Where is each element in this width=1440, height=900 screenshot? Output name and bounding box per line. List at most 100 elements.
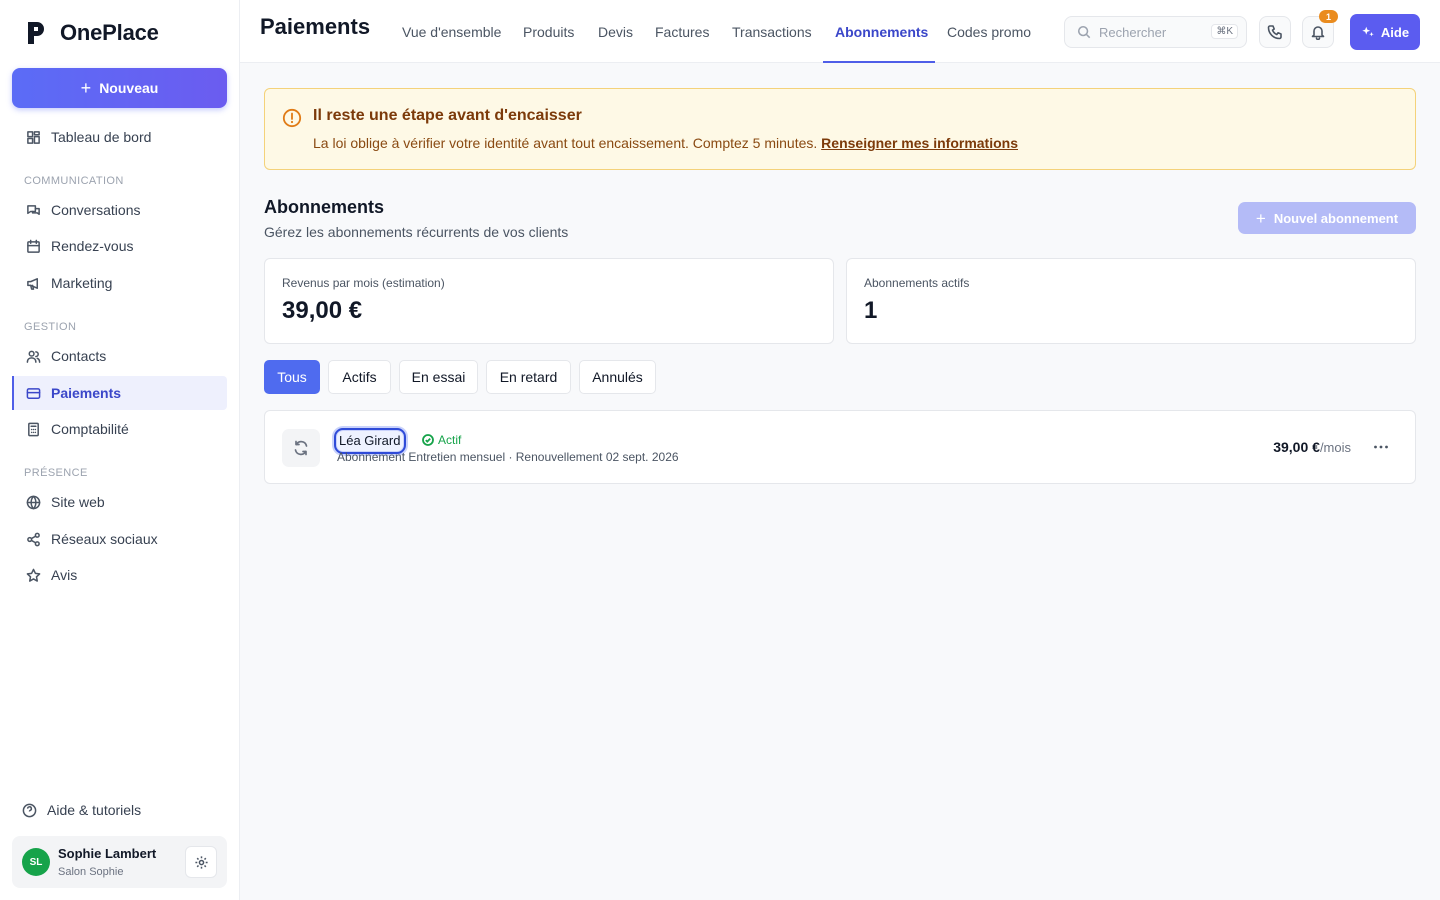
page-title: Paiements bbox=[260, 14, 371, 39]
sidebar-item-dashboard[interactable]: Tableau de bord bbox=[12, 120, 227, 154]
sidebar-item-payments[interactable]: Paiements bbox=[12, 376, 227, 410]
avatar: SL bbox=[22, 848, 50, 876]
sidebar-item-conversations[interactable]: Conversations bbox=[12, 193, 227, 227]
dashboard-icon bbox=[27, 130, 40, 144]
chat-icon bbox=[27, 204, 40, 215]
new-button-label: Nouveau bbox=[99, 80, 159, 96]
stat-card-active-subscriptions: Abonnements actifs 1 bbox=[846, 258, 1416, 344]
phone-icon bbox=[1267, 25, 1282, 40]
stat-label: Revenus par mois (estimation) bbox=[282, 276, 445, 290]
filter-cancelled[interactable]: Annulés bbox=[579, 360, 656, 394]
verification-alert: Il reste une étape avant d'encaisser La … bbox=[264, 88, 1416, 170]
stat-label: Abonnements actifs bbox=[864, 276, 970, 290]
filter-overdue[interactable]: En retard bbox=[486, 360, 571, 394]
plus-icon: + bbox=[1255, 208, 1266, 228]
search-input[interactable] bbox=[1099, 24, 1209, 40]
stat-card-monthly-revenue: Revenus par mois (estimation) 39,00 € bbox=[264, 258, 834, 344]
alert-title: Il reste une étape avant d'encaisser bbox=[313, 107, 582, 124]
status-badge: Actif bbox=[422, 433, 461, 447]
user-card[interactable]: SL Sophie Lambert Salon Sophie bbox=[12, 836, 227, 888]
calendar-icon bbox=[27, 239, 40, 253]
sidebar: OnePlace + Nouveau Tableau de bord COMMU… bbox=[0, 0, 240, 900]
price-period: /mois bbox=[1319, 440, 1351, 455]
filter-trial[interactable]: En essai bbox=[399, 360, 478, 394]
help-tutorials-link[interactable]: Aide & tutoriels bbox=[22, 802, 141, 818]
user-org: Salon Sophie bbox=[58, 866, 124, 878]
sidebar-item-label: Marketing bbox=[51, 275, 113, 291]
refresh-icon bbox=[294, 440, 308, 456]
sidebar-item-social[interactable]: Réseaux sociaux bbox=[12, 522, 227, 556]
active-tab-indicator bbox=[823, 61, 935, 63]
settings-button[interactable] bbox=[185, 846, 217, 878]
search-box[interactable]: ⌘K bbox=[1064, 16, 1247, 48]
subscription-row[interactable]: Léa Girard Actif Abonnement Entretien me… bbox=[264, 410, 1416, 484]
new-subscription-button[interactable]: + Nouvel abonnement bbox=[1238, 202, 1416, 234]
phone-button[interactable] bbox=[1259, 16, 1291, 48]
tab-subscriptions[interactable]: Abonnements bbox=[835, 0, 928, 63]
filter-all[interactable]: Tous bbox=[264, 360, 320, 394]
tab-promo-codes[interactable]: Codes promo bbox=[947, 0, 1031, 63]
star-icon bbox=[26, 568, 41, 582]
alert-circle-icon bbox=[282, 108, 302, 128]
sidebar-item-label: Contacts bbox=[51, 348, 107, 364]
calculator-icon bbox=[28, 422, 39, 436]
stat-value: 1 bbox=[864, 297, 878, 324]
help-button[interactable]: Aide bbox=[1350, 14, 1420, 50]
status-label: Actif bbox=[438, 433, 462, 447]
new-button[interactable]: + Nouveau bbox=[12, 68, 227, 108]
tab-products[interactable]: Produits bbox=[523, 0, 574, 63]
sidebar-item-contacts[interactable]: Contacts bbox=[12, 339, 227, 373]
sidebar-item-label: Paiements bbox=[51, 385, 122, 401]
search-shortcut: ⌘K bbox=[1211, 24, 1238, 39]
section-label-communication: COMMUNICATION bbox=[24, 175, 124, 187]
sparkles-icon bbox=[1362, 26, 1374, 37]
brand-name: OnePlace bbox=[60, 20, 159, 45]
help-circle-icon bbox=[22, 803, 37, 817]
new-subscription-label: Nouvel abonnement bbox=[1273, 210, 1399, 226]
megaphone-icon bbox=[27, 277, 38, 290]
price-amount: 39,00 € bbox=[1273, 439, 1320, 455]
bell-icon bbox=[1311, 26, 1325, 40]
tab-overview[interactable]: Vue d'ensemble bbox=[402, 0, 501, 63]
section-subtitle: Gérez les abonnements récurrents de vos … bbox=[264, 224, 569, 240]
tab-quotes[interactable]: Devis bbox=[598, 0, 633, 63]
sidebar-item-label: Tableau de bord bbox=[51, 129, 152, 145]
notification-badge: 1 bbox=[1319, 10, 1338, 23]
user-name: Sophie Lambert bbox=[58, 846, 157, 861]
sidebar-item-website[interactable]: Site web bbox=[12, 485, 227, 519]
sidebar-item-label: Site web bbox=[51, 494, 105, 510]
sidebar-item-label: Réseaux sociaux bbox=[51, 531, 158, 547]
subscription-description: Abonnement Entretien mensuel · Renouvell… bbox=[337, 450, 679, 464]
sidebar-item-marketing[interactable]: Marketing bbox=[12, 266, 227, 300]
client-name[interactable]: Léa Girard bbox=[334, 428, 406, 454]
share-icon bbox=[27, 532, 40, 546]
sidebar-item-reviews[interactable]: Avis bbox=[12, 558, 227, 592]
help-link-label: Aide & tutoriels bbox=[47, 802, 142, 818]
section-label-presence: PRÉSENCE bbox=[24, 467, 88, 479]
filter-active[interactable]: Actifs bbox=[328, 360, 391, 394]
sidebar-item-label: Avis bbox=[51, 567, 78, 583]
credit-card-icon bbox=[26, 387, 41, 399]
users-icon bbox=[26, 350, 41, 363]
search-icon bbox=[1077, 25, 1091, 39]
globe-icon bbox=[26, 495, 41, 509]
gear-icon bbox=[194, 855, 208, 869]
sidebar-item-accounting[interactable]: Comptabilité bbox=[12, 412, 227, 446]
sidebar-item-appointments[interactable]: Rendez-vous bbox=[12, 229, 227, 263]
subscription-price: 39,00 €/mois bbox=[1273, 439, 1351, 455]
sidebar-item-label: Rendez-vous bbox=[51, 238, 134, 254]
plus-icon: + bbox=[80, 78, 92, 98]
stat-value: 39,00 € bbox=[282, 297, 363, 324]
complete-info-link[interactable]: Renseigner mes informations bbox=[821, 135, 1018, 151]
check-circle-icon bbox=[422, 434, 434, 446]
brand-logo-icon bbox=[28, 22, 44, 44]
section-label-gestion: GESTION bbox=[24, 321, 77, 333]
tab-invoices[interactable]: Factures bbox=[655, 0, 709, 63]
tab-transactions[interactable]: Transactions bbox=[732, 0, 812, 63]
more-horizontal-icon bbox=[1374, 445, 1388, 449]
alert-message: La loi oblige à vérifier votre identité … bbox=[313, 135, 818, 151]
sidebar-item-label: Comptabilité bbox=[51, 421, 129, 437]
more-actions-button[interactable] bbox=[1367, 433, 1395, 461]
brand[interactable]: OnePlace bbox=[26, 20, 159, 46]
sidebar-item-label: Conversations bbox=[51, 202, 141, 218]
